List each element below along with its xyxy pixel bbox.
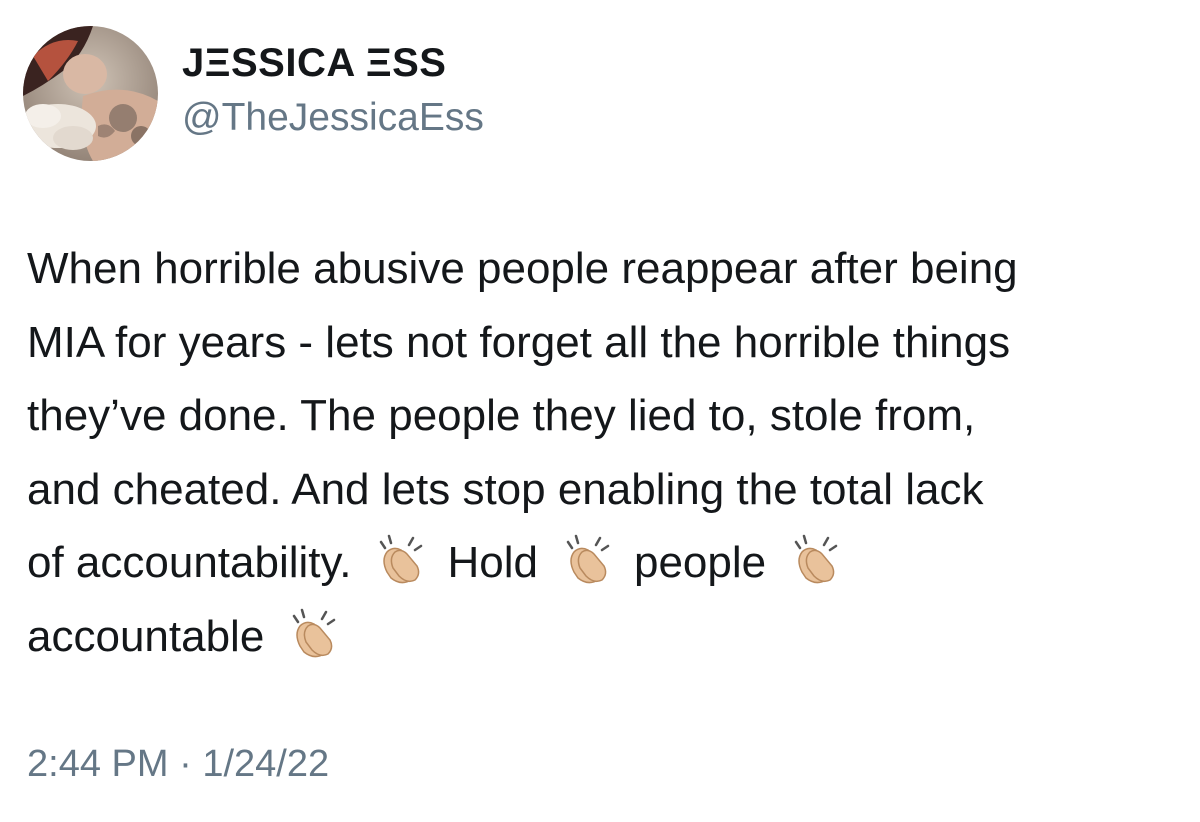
author-block: JΞSSICA ΞSS @TheJessicaEss: [182, 36, 484, 146]
tweet-time: 2:44 PM: [27, 743, 169, 785]
tweet: JΞSSICA ΞSS @TheJessicaEss When horrible…: [0, 0, 1200, 822]
tweet-timestamp[interactable]: 2:44 PM · 1/24/22: [27, 738, 329, 790]
tweet-text: When horrible abusive people reappear af…: [27, 232, 1187, 673]
avatar[interactable]: [23, 26, 158, 161]
clapping-hands-icon: [788, 532, 844, 588]
tweet-text-fragment: of accountability.: [27, 538, 352, 587]
clapping-hands-icon: [373, 532, 429, 588]
clapping-hands-icon: [286, 606, 342, 662]
tweet-text-fragment: people: [633, 538, 767, 587]
tweet-text-line: MIA for years - lets not forget all the …: [27, 317, 1011, 367]
user-handle[interactable]: @TheJessicaEss: [182, 90, 484, 146]
tweet-text-fragment: Hold: [447, 538, 538, 587]
avatar-photo: [23, 26, 158, 161]
clapping-hands-icon: [560, 532, 616, 588]
tweet-text-line: and cheated. And lets stop enabling the …: [27, 464, 984, 514]
tweet-text-fragment: accountable: [27, 611, 265, 661]
tweet-text-line: they’ve done. The people they lied to, s…: [27, 391, 976, 440]
meta-separator: ·: [179, 743, 192, 785]
display-name[interactable]: JΞSSICA ΞSS: [182, 36, 484, 90]
tweet-text-line: accountable: [27, 600, 1187, 674]
tweet-text-line: of accountability. Hold people: [27, 526, 1187, 600]
tweet-date: 1/24/22: [202, 743, 330, 785]
tweet-text-line: When horrible abusive people reappear af…: [27, 244, 1018, 293]
